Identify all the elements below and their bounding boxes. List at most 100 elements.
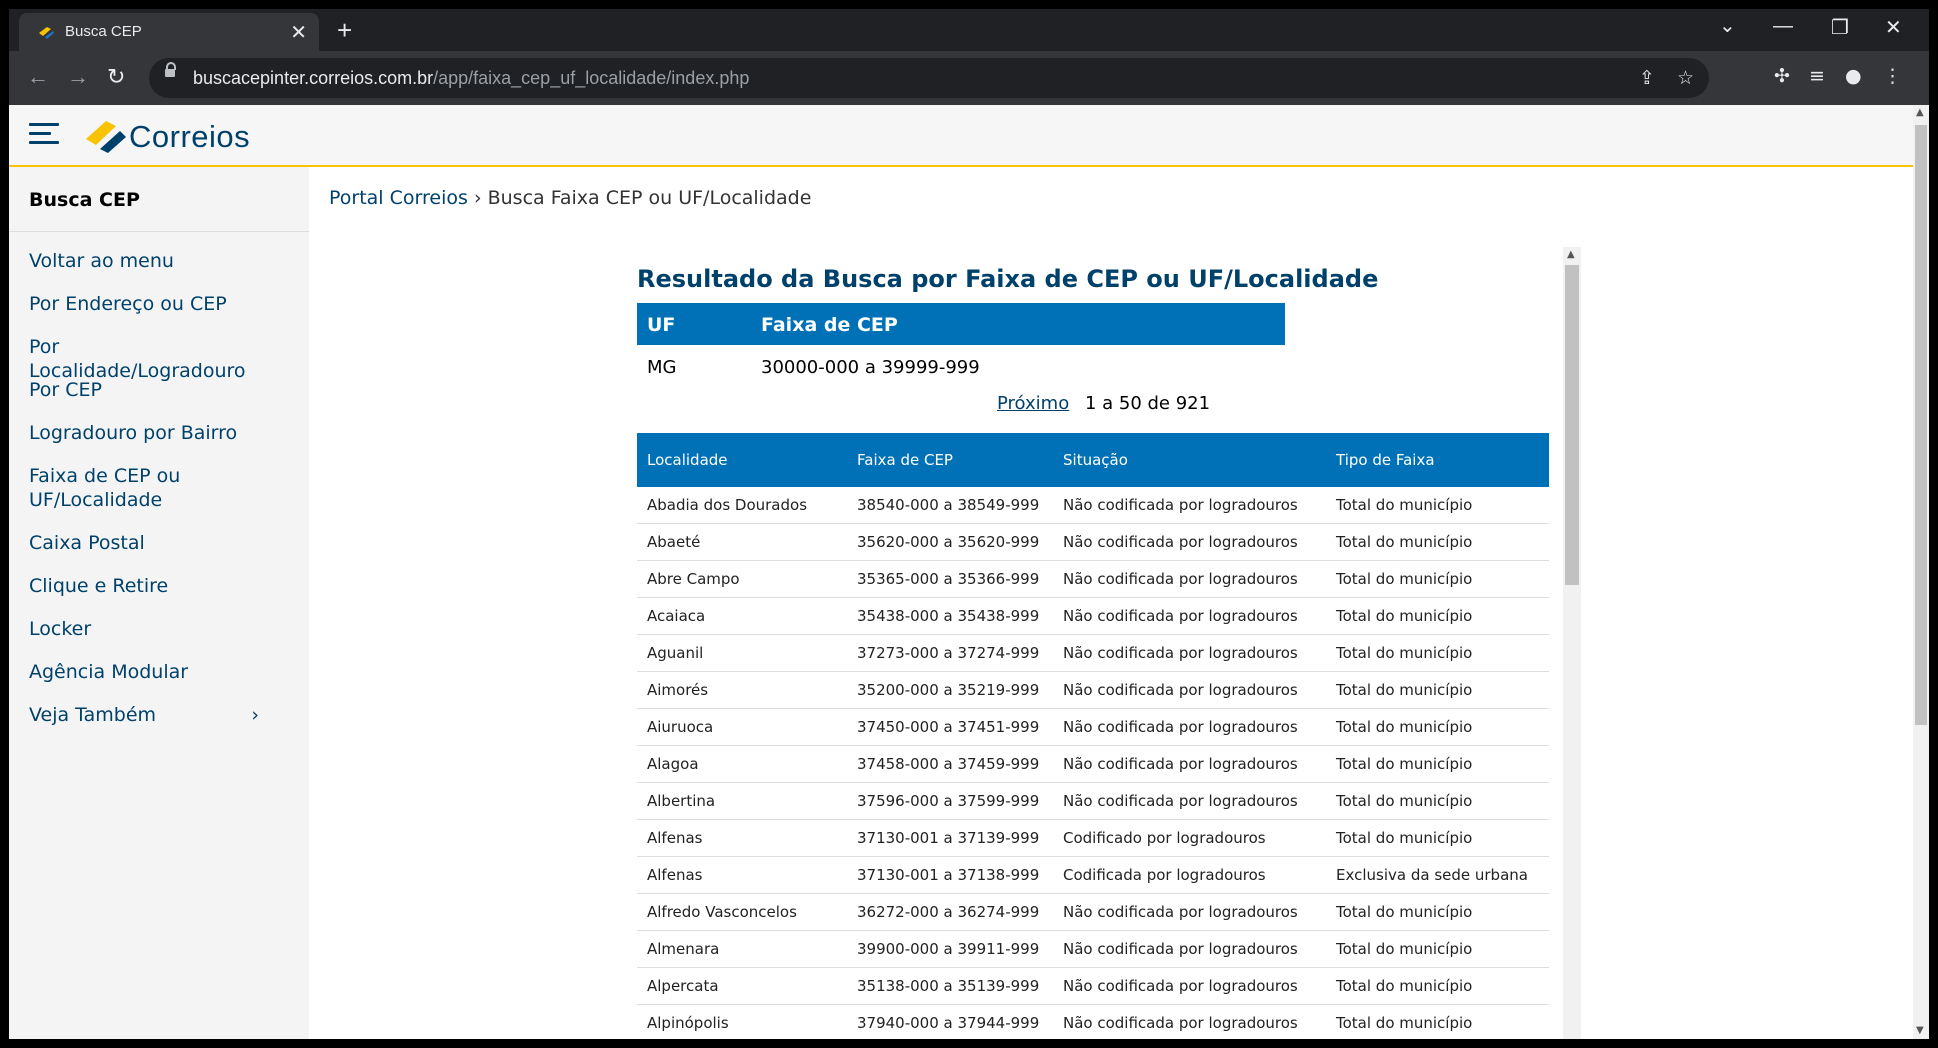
cell-situacao: Não codificada por logradouros: [1063, 977, 1298, 995]
star-icon[interactable]: ☆: [1677, 67, 1694, 89]
sidebar-item-bairro[interactable]: Logradouro por Bairro: [29, 421, 279, 445]
table-row: Alpinópolis 37940-000 a 37944-999 Não codi…: [637, 1005, 1549, 1039]
share-icon[interactable]: ⇪: [1639, 67, 1655, 89]
cell-situacao: Não codificada por logradouros: [1063, 718, 1298, 736]
cell-faixa: 37273-000 a 37274-999: [857, 644, 1040, 662]
cell-tipo: Total do município: [1336, 792, 1473, 810]
media-icon[interactable]: ≡: [1809, 65, 1825, 87]
cell-localidade: Abre Campo: [647, 570, 740, 588]
address-bar[interactable]: buscacepinter.correios.com.br/app/faixa_…: [149, 58, 1709, 98]
lock-icon[interactable]: [165, 62, 176, 77]
breadcrumb-current: Busca Faixa CEP ou UF/Localidade: [487, 187, 812, 209]
next-page-link[interactable]: Próximo: [997, 393, 1069, 414]
scroll-down-icon[interactable]: ▼: [1916, 1025, 1924, 1036]
sidebar-item-agencia[interactable]: Agência Modular: [29, 660, 279, 684]
uf-table-header: UF Faixa de CEP: [637, 303, 1285, 345]
cell-tipo: Total do município: [1336, 533, 1473, 551]
tab-search-icon[interactable]: ⌄: [1719, 13, 1736, 38]
cell-localidade: Abadia dos Dourados: [647, 496, 808, 514]
cell-situacao: Não codificada por logradouros: [1063, 607, 1298, 625]
column-header-situacao: Situação: [1063, 451, 1128, 469]
scroll-up-icon[interactable]: ▲: [1567, 249, 1575, 260]
tab-close-icon[interactable]: ✕: [290, 20, 307, 44]
cell-faixa: 37458-000 a 37459-999: [857, 755, 1040, 773]
sidebar-item-veja-tambem[interactable]: Veja Também ›: [29, 703, 279, 727]
breadcrumb-home[interactable]: Portal Correios: [329, 187, 468, 209]
breadcrumb: Portal Correios › Busca Faixa CEP ou UF/…: [329, 187, 811, 209]
back-icon[interactable]: ←: [27, 64, 49, 90]
cell-faixa: 35365-000 a 35366-999: [857, 570, 1040, 588]
cell-faixa: 37450-000 a 37451-999: [857, 718, 1040, 736]
browser-window: Busca CEP ✕ + ⌄ — ❐ ✕ ← → ↻ buscacepinte…: [9, 9, 1929, 1039]
table-row: Acaiaca 35438-000 a 35438-999 Não codifica…: [637, 598, 1549, 635]
sidebar: Busca CEP Voltar ao menu Por Endereço ou…: [9, 167, 309, 1039]
scroll-up-icon[interactable]: ▲: [1916, 107, 1924, 118]
reload-icon[interactable]: ↻: [107, 64, 125, 90]
cell-tipo: Total do município: [1336, 977, 1473, 995]
table-row: Alpercata 35138-000 a 35139-999 Não codifi…: [637, 968, 1549, 1005]
sidebar-item-endereco[interactable]: Por Endereço ou CEP: [29, 292, 279, 316]
results-scrollbar[interactable]: ▲: [1563, 247, 1581, 1039]
scrollbar-thumb[interactable]: [1915, 125, 1927, 725]
tab-busca-cep[interactable]: Busca CEP ✕: [19, 13, 319, 51]
cell-localidade: Acaiaca: [647, 607, 706, 625]
cell-localidade: Abaeté: [647, 533, 701, 551]
site-header: Correios: [9, 105, 1913, 167]
chevron-right-icon: ›: [251, 704, 259, 726]
table-row: Almenara 39900-000 a 39911-999 Não codific…: [637, 931, 1549, 968]
cell-localidade: Albertina: [647, 792, 716, 810]
cell-tipo: Exclusiva da sede urbana: [1336, 866, 1528, 884]
profile-icon[interactable]: ●: [1845, 65, 1862, 87]
sidebar-item-voltar[interactable]: Voltar ao menu: [29, 249, 279, 273]
logo-text[interactable]: Correios: [129, 119, 250, 155]
close-window-icon[interactable]: ✕: [1885, 15, 1902, 40]
browser-toolbar: ← → ↻ buscacepinter.correios.com.br/app/…: [9, 51, 1929, 105]
cell-situacao: Não codificada por logradouros: [1063, 903, 1298, 921]
uf-header-uf: UF: [647, 314, 676, 336]
correios-logo-icon[interactable]: [84, 117, 128, 153]
cell-faixa: 35200-000 a 35219-999: [857, 681, 1040, 699]
sidebar-item-clique-retire[interactable]: Clique e Retire: [29, 574, 279, 598]
cell-localidade: Alagoa: [647, 755, 699, 773]
cell-tipo: Total do município: [1336, 570, 1473, 588]
cell-faixa: 36272-000 a 36274-999: [857, 903, 1040, 921]
cell-faixa: 35620-000 a 35620-999: [857, 533, 1040, 551]
page-scrollbar[interactable]: ▲ ▼: [1913, 105, 1929, 1039]
cell-faixa: 37130-001 a 37138-999: [857, 866, 1040, 884]
tab-title: Busca CEP: [65, 23, 142, 40]
cell-faixa: 35438-000 a 35438-999: [857, 607, 1040, 625]
extensions-icon[interactable]: ✣: [1774, 65, 1790, 87]
forward-icon[interactable]: →: [67, 64, 89, 90]
menu-icon[interactable]: ⋮: [1883, 65, 1902, 87]
table-row: Abre Campo 35365-000 a 35366-999 Não codif…: [637, 561, 1549, 598]
breadcrumb-separator-icon: ›: [473, 187, 482, 209]
table-row: Alfredo Vasconcelos 36272-000 a 36274-999…: [637, 894, 1549, 931]
sidebar-title: Busca CEP: [29, 189, 140, 211]
cell-localidade: Alfenas: [647, 866, 703, 884]
url-text[interactable]: buscacepinter.correios.com.br/app/faixa_…: [193, 68, 749, 89]
cell-localidade: Almenara: [647, 940, 720, 958]
sidebar-item-caixa-postal[interactable]: Caixa Postal: [29, 531, 279, 555]
new-tab-button[interactable]: +: [337, 15, 352, 46]
cell-faixa: 38540-000 a 38549-999: [857, 496, 1040, 514]
sidebar-item-cep[interactable]: Por CEP: [29, 378, 279, 402]
cell-tipo: Total do município: [1336, 829, 1473, 847]
sidebar-item-label: Veja Também: [29, 704, 157, 726]
table-row: Alfenas 37130-001 a 37138-999 Codificada p…: [637, 857, 1549, 894]
minimize-icon[interactable]: —: [1773, 15, 1793, 38]
restore-icon[interactable]: ❐: [1831, 15, 1849, 40]
scrollbar-thumb[interactable]: [1565, 265, 1579, 585]
table-row: Alfenas 37130-001 a 37139-999 Codificado p…: [637, 820, 1549, 857]
menu-toggle-icon[interactable]: [29, 123, 59, 145]
page: Correios Busca CEP Voltar ao menu Por En…: [9, 105, 1929, 1039]
sidebar-item-localidade[interactable]: Por Localidade/Logradouro: [29, 335, 279, 383]
cell-faixa: 35138-000 a 35139-999: [857, 977, 1040, 995]
column-header-tipo: Tipo de Faixa: [1336, 451, 1435, 469]
sidebar-item-locker[interactable]: Locker: [29, 617, 279, 641]
divider: [9, 231, 309, 232]
column-header-localidade: Localidade: [647, 451, 728, 469]
cell-faixa: 37596-000 a 37599-999: [857, 792, 1040, 810]
cell-situacao: Codificada por logradouros: [1063, 866, 1266, 884]
sidebar-item-faixa[interactable]: Faixa de CEP ou UF/Localidade: [29, 464, 199, 512]
table-row: Aguanil 37273-000 a 37274-999 Não codifica…: [637, 635, 1549, 672]
